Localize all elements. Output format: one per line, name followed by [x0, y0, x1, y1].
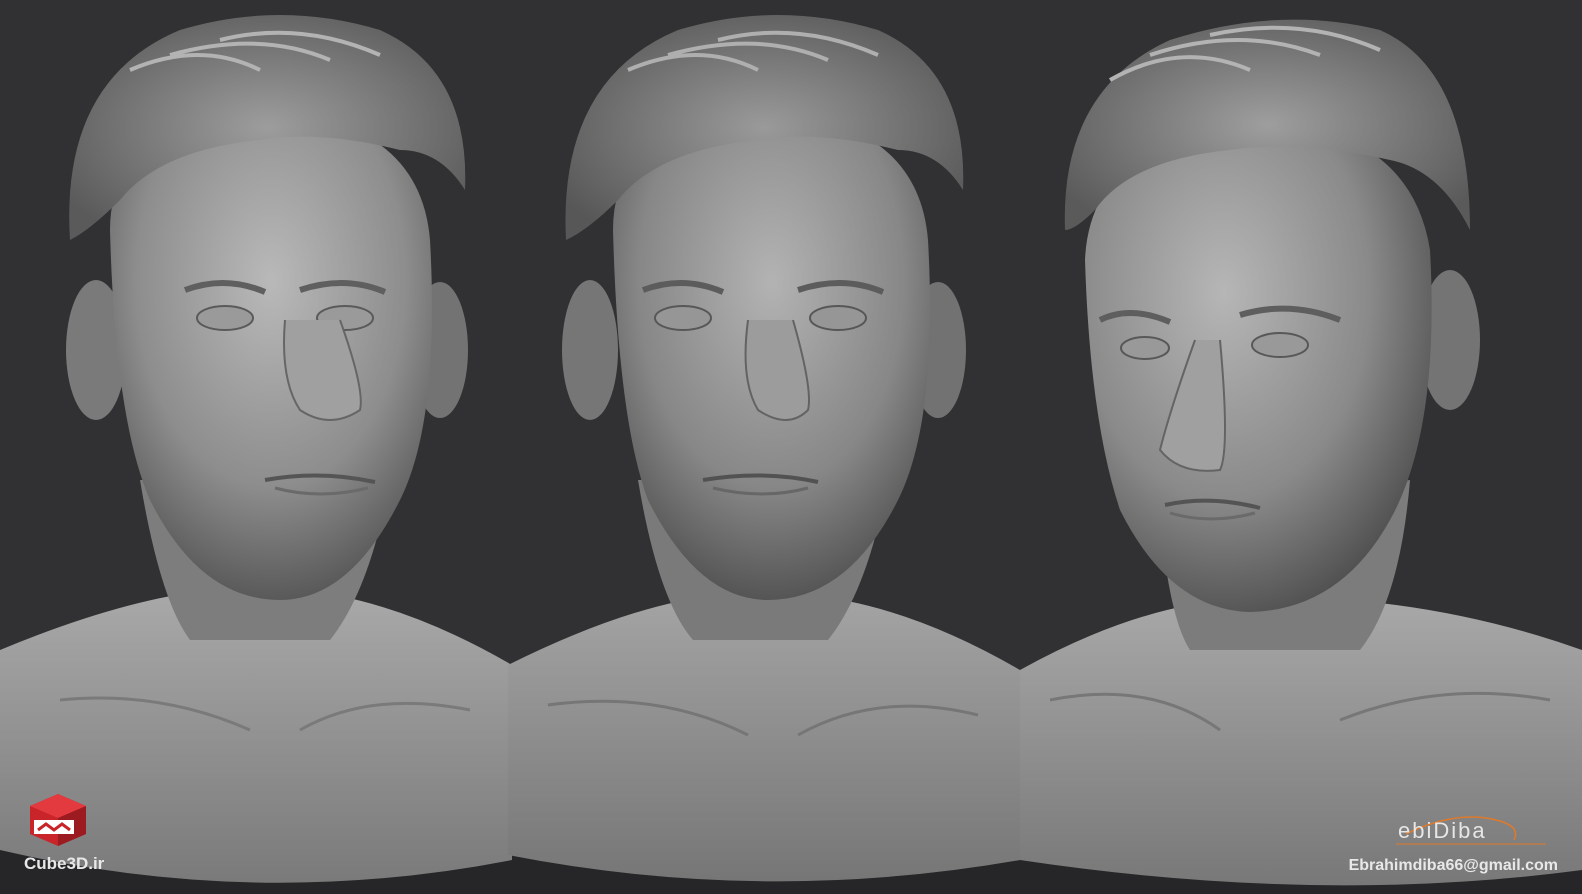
bust-front-view-alt-graphic — [508, 15, 1020, 882]
bust-front-view — [0, 0, 512, 894]
site-watermark-text: Cube3D.ir — [24, 854, 105, 873]
bust-three-quarter-view-graphic — [1020, 19, 1582, 886]
red-cube-logo-icon — [26, 790, 90, 850]
bust-three-quarter-view — [1020, 0, 1582, 894]
bust-front-view-alt — [508, 0, 1020, 894]
sculpt-render-canvas: Cube3D.ir ebiDiba Ebrahimdiba66@gmail.co… — [0, 0, 1582, 894]
signature-logo: ebiDiba — [1396, 800, 1556, 850]
author-email-text: Ebrahimdiba66@gmail.com — [1348, 857, 1558, 874]
signature-logo-text: ebiDiba — [1398, 818, 1487, 843]
bust-front-view-graphic — [0, 15, 512, 883]
